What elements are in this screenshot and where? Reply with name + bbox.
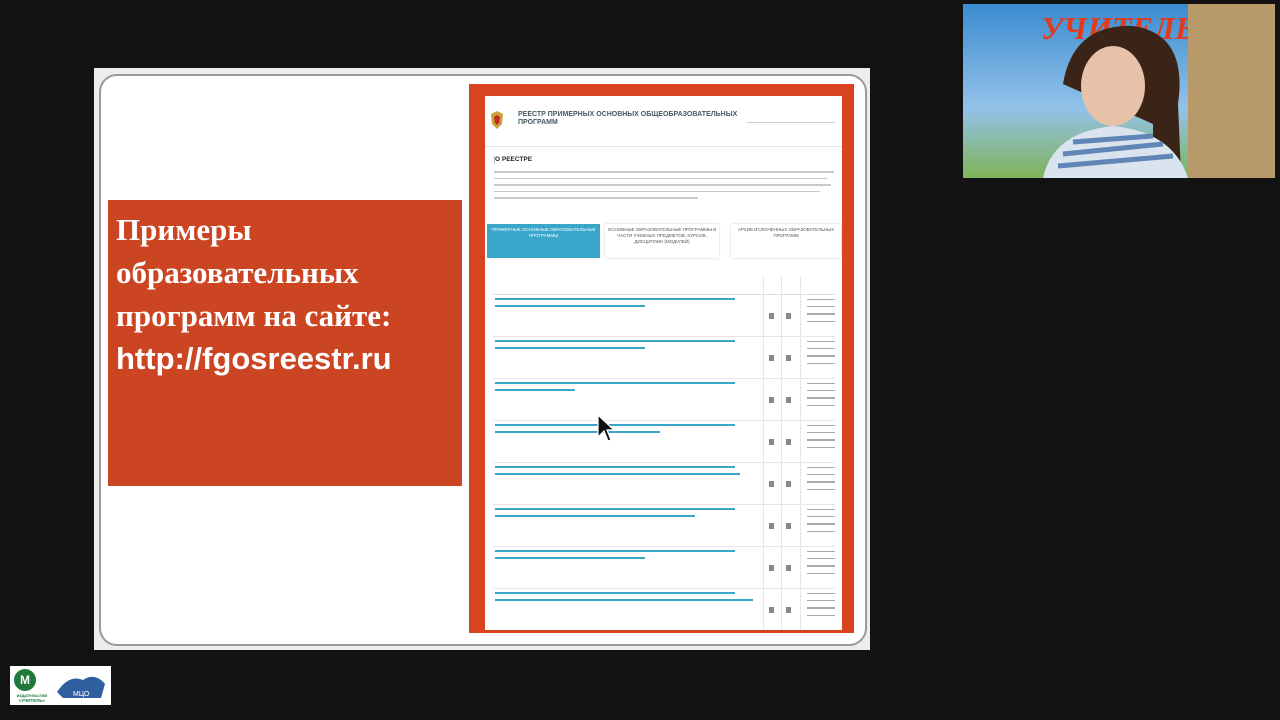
webcam-view: УЧИТЕЛЬ: [963, 4, 1275, 178]
coat-of-arms-icon: [491, 111, 503, 129]
site-search-input[interactable]: [747, 110, 835, 123]
table-divider: [763, 276, 764, 630]
table-row[interactable]: [493, 463, 835, 505]
registry-title: РЕЕСТР ПРИМЕРНЫХ ОСНОВНЫХ ОБЩЕОБРАЗОВАТЕ…: [518, 111, 738, 126]
programs-table: [493, 276, 835, 630]
slide-title: Примеры образовательных программ на сайт…: [116, 208, 456, 380]
table-row[interactable]: [493, 547, 835, 589]
slide-title-box: Примеры образовательных программ на сайт…: [108, 200, 462, 486]
tab-archive[interactable]: АРХИВ ИСЛЮЧЕННЫХ ОБРАЗОВАТЕЛЬНЫХ ПРОГРАМ…: [731, 224, 841, 258]
about-heading: О РЕЕСТРЕ: [495, 156, 533, 163]
logo-text: издательство «УЧИТЕЛЬ»: [16, 693, 48, 703]
table-row[interactable]: [493, 379, 835, 421]
publisher-logo: М издательство «УЧИТЕЛЬ» МЦО: [10, 666, 111, 705]
table-divider: [781, 276, 782, 630]
logo-badge-icon: М: [14, 669, 36, 691]
table-row[interactable]: [493, 295, 835, 337]
table-header: [493, 276, 835, 295]
table-row[interactable]: [493, 589, 835, 630]
table-row[interactable]: [493, 337, 835, 379]
site-screenshot: РЕЕСТР ПРИМЕРНЫХ ОСНОВНЫХ ОБЩЕОБРАЗОВАТЕ…: [485, 96, 842, 630]
about-text: [494, 171, 834, 204]
slide-title-text: Примеры образовательных программ на сайт…: [116, 212, 392, 333]
tab-example-programs[interactable]: ПРИМЕРНЫЕ ОСНОВНЫЕ ОБРАЗОВАТЕЛЬНЫЕ ПРОГР…: [487, 224, 600, 258]
table-divider: [800, 276, 801, 630]
table-row[interactable]: [493, 421, 835, 463]
site-header: РЕЕСТР ПРИМЕРНЫХ ОСНОВНЫХ ОБЩЕОБРАЗОВАТЕ…: [485, 96, 842, 147]
mco-logo-icon: МЦО: [57, 676, 105, 698]
tab-subject-programs[interactable]: ОСНОВНЫЕ ОБРАЗОВАТЕЛЬНЫЕ ПРОГРАММЫ В ЧАС…: [605, 224, 719, 258]
mouse-cursor-icon: [597, 413, 616, 442]
table-row[interactable]: [493, 505, 835, 547]
logo-right-text: МЦО: [73, 691, 90, 698]
presenter-video: [1043, 25, 1188, 178]
slide-url: http://fgosreestr.ru: [116, 341, 392, 376]
